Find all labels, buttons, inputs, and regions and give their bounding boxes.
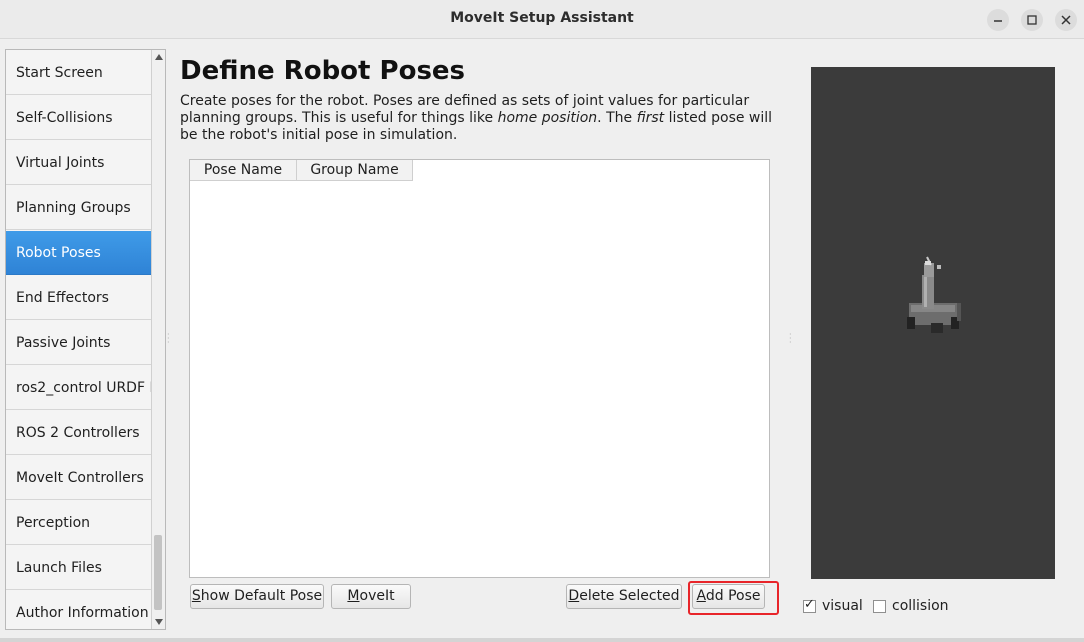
arrow-up-icon: [154, 54, 163, 60]
collision-checkbox[interactable]: [873, 599, 886, 613]
show-default-pose-label: how Default Pose: [200, 588, 323, 604]
delete-selected-label: elete Selected: [579, 588, 680, 604]
maximize-icon: [1027, 15, 1037, 25]
delete-selected-mnemonic: D: [568, 588, 580, 604]
scroll-up-button[interactable]: [152, 50, 165, 64]
column-header-pose-name[interactable]: Pose Name: [190, 160, 297, 181]
collision-label: collision: [892, 598, 949, 614]
sidebar-item-ros2-control-urdf[interactable]: ros2_control URDF M: [6, 366, 151, 410]
page-title: Define Robot Poses: [180, 56, 466, 86]
moveit-mnemonic: M: [347, 588, 360, 604]
robot-3d-viewer[interactable]: [811, 67, 1055, 579]
sidebar-item-start-screen[interactable]: Start Screen: [6, 51, 151, 95]
sidebar-item-virtual-joints[interactable]: Virtual Joints: [6, 141, 151, 185]
sidebar-item-moveit-controllers[interactable]: MoveIt Controllers: [6, 456, 151, 500]
minimize-button[interactable]: [987, 9, 1009, 31]
splitter-handle-right[interactable]: · · ·: [789, 331, 792, 347]
splitter-handle-left[interactable]: · · ·: [167, 331, 170, 347]
description-text-2: . The: [597, 110, 637, 126]
table-header: Pose Name Group Name: [190, 160, 413, 181]
sidebar-item-passive-joints[interactable]: Passive Joints: [6, 321, 151, 365]
sidebar-item-ros2-controllers[interactable]: ROS 2 Controllers: [6, 411, 151, 455]
add-pose-highlight: [688, 581, 779, 615]
sidebar-item-end-effectors[interactable]: End Effectors: [6, 276, 151, 320]
collision-toggle[interactable]: collision: [873, 598, 949, 614]
page-description: Create poses for the robot. Poses are de…: [180, 93, 780, 144]
maximize-button[interactable]: [1021, 9, 1043, 31]
scrollbar-thumb[interactable]: [154, 535, 162, 610]
close-icon: [1061, 15, 1071, 25]
visual-toggle[interactable]: visual: [803, 597, 863, 614]
window-bottom-edge: [0, 638, 1084, 642]
column-header-group-name[interactable]: Group Name: [297, 160, 413, 181]
scroll-down-button[interactable]: [152, 615, 165, 629]
minimize-icon: [994, 20, 1002, 22]
visual-label: visual: [822, 598, 863, 614]
sidebar-scrollbar[interactable]: [151, 50, 165, 629]
sidebar-item-launch-files[interactable]: Launch Files: [6, 546, 151, 590]
arrow-down-icon: [154, 619, 163, 625]
moveit-label: oveIt: [359, 588, 395, 604]
description-emphasis-home-position: home position: [497, 110, 598, 126]
show-default-pose-mnemonic: S: [191, 588, 201, 604]
sidebar-item-author-information[interactable]: Author Information: [6, 591, 151, 629]
sidebar-item-perception[interactable]: Perception: [6, 501, 151, 545]
close-button[interactable]: [1055, 9, 1077, 31]
moveit-button[interactable]: MoveIt: [331, 584, 411, 609]
sidebar-item-self-collisions[interactable]: Self-Collisions: [6, 96, 151, 140]
show-default-pose-button[interactable]: Show Default Pose: [190, 584, 324, 609]
poses-table[interactable]: Pose Name Group Name: [189, 159, 770, 578]
sidebar-nav: Start Screen Self-Collisions Virtual Joi…: [5, 49, 166, 630]
delete-selected-button[interactable]: Delete Selected: [566, 584, 682, 609]
sidebar-item-robot-poses[interactable]: Robot Poses: [6, 231, 151, 275]
description-emphasis-first: first: [636, 110, 665, 126]
robot-model-icon: [907, 256, 961, 333]
visual-checkbox[interactable]: [803, 597, 816, 613]
sidebar-item-planning-groups[interactable]: Planning Groups: [6, 186, 151, 230]
title-bar: MoveIt Setup Assistant: [0, 0, 1084, 39]
window-title: MoveIt Setup Assistant: [450, 10, 634, 26]
